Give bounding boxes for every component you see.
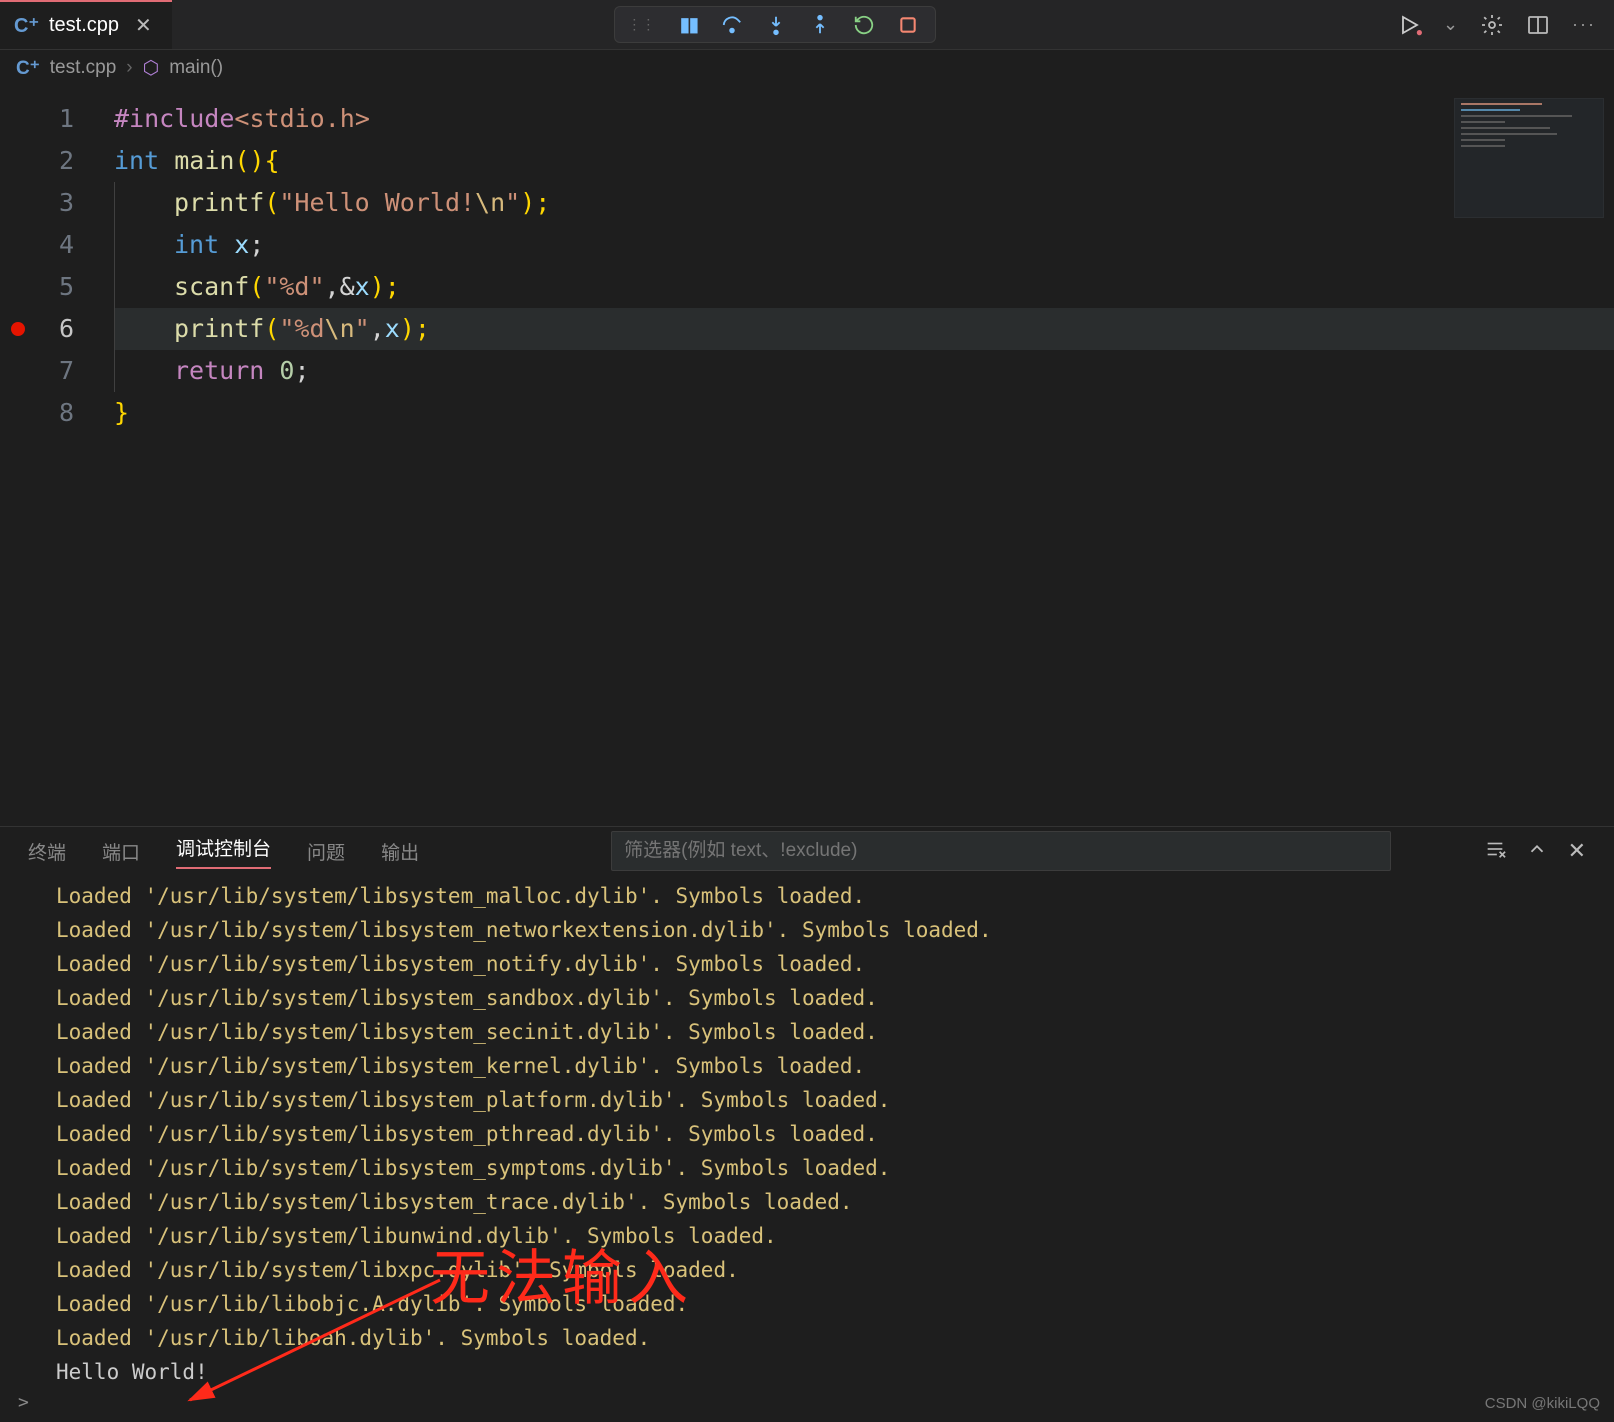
step-over-icon[interactable] (717, 10, 747, 40)
tab-bar: C⁺ test.cpp ✕ ⋮⋮ ▮▮ ● ⌄ (0, 0, 1614, 50)
cpp-file-icon: C⁺ (14, 13, 39, 38)
drag-grip-icon[interactable]: ⋮⋮ (627, 16, 655, 33)
panel-tab-bar: 终端 端口 调试控制台 问题 输出 ✕ (0, 827, 1614, 875)
debug-console-output[interactable]: Loaded '/usr/lib/system/libsystem_malloc… (0, 875, 1614, 1383)
tab-problems[interactable]: 问题 (307, 838, 345, 865)
run-debug-icon[interactable]: ● (1397, 13, 1421, 37)
breakpoint-icon[interactable] (11, 322, 25, 336)
tab-filename: test.cpp (49, 14, 119, 37)
code-editor[interactable]: 1 2 3 4 5 6 7 8 #include<stdio.h> int ma… (0, 86, 1614, 826)
tab-output[interactable]: 输出 (381, 838, 419, 865)
line-number-gutter: 1 2 3 4 5 6 7 8 (36, 86, 96, 826)
pause-icon[interactable]: ▮▮ (673, 10, 703, 40)
cpp-file-icon: C⁺ (16, 57, 40, 80)
split-editor-icon[interactable] (1526, 13, 1550, 37)
breakpoint-gutter[interactable] (0, 86, 36, 826)
annotation-text: 无法输入 (430, 1230, 694, 1317)
gear-icon[interactable] (1480, 13, 1504, 37)
watermark: CSDN @kikiLQQ (1485, 1395, 1600, 1412)
chevron-down-icon[interactable]: ⌄ (1443, 14, 1458, 35)
tab-debug-console[interactable]: 调试控制台 (176, 834, 271, 869)
close-panel-icon[interactable]: ✕ (1568, 838, 1586, 864)
breadcrumb-file[interactable]: test.cpp (50, 57, 117, 79)
breadcrumb-symbol[interactable]: main() (169, 57, 223, 79)
code-content[interactable]: #include<stdio.h> int main(){ printf("He… (96, 86, 1614, 826)
filter-input[interactable] (611, 831, 1391, 871)
symbol-method-icon: ⬡ (143, 57, 160, 80)
minimap[interactable] (1454, 98, 1604, 218)
editor-tab-test-cpp[interactable]: C⁺ test.cpp ✕ (0, 0, 172, 49)
stop-icon[interactable] (893, 10, 923, 40)
debug-console-input[interactable]: > (0, 1383, 1614, 1421)
more-icon[interactable]: ··· (1572, 14, 1596, 35)
collapse-panel-icon[interactable] (1526, 838, 1548, 864)
editor-title-actions: ● ⌄ ··· (1379, 0, 1614, 49)
restart-icon[interactable] (849, 10, 879, 40)
tab-terminal[interactable]: 终端 (28, 838, 66, 865)
chevron-right-icon: › (126, 57, 132, 79)
debug-toolbar[interactable]: ⋮⋮ ▮▮ (614, 6, 936, 43)
breadcrumb[interactable]: C⁺ test.cpp › ⬡ main() (0, 50, 1614, 86)
step-out-icon[interactable] (805, 10, 835, 40)
step-into-icon[interactable] (761, 10, 791, 40)
filter-input-wrap (611, 831, 1391, 871)
tab-ports[interactable]: 端口 (102, 838, 140, 865)
bottom-panel: 终端 端口 调试控制台 问题 输出 ✕ Loaded '/usr/lib/sys… (0, 826, 1614, 1421)
clear-console-icon[interactable] (1484, 838, 1506, 864)
close-tab-icon[interactable]: ✕ (129, 11, 158, 40)
